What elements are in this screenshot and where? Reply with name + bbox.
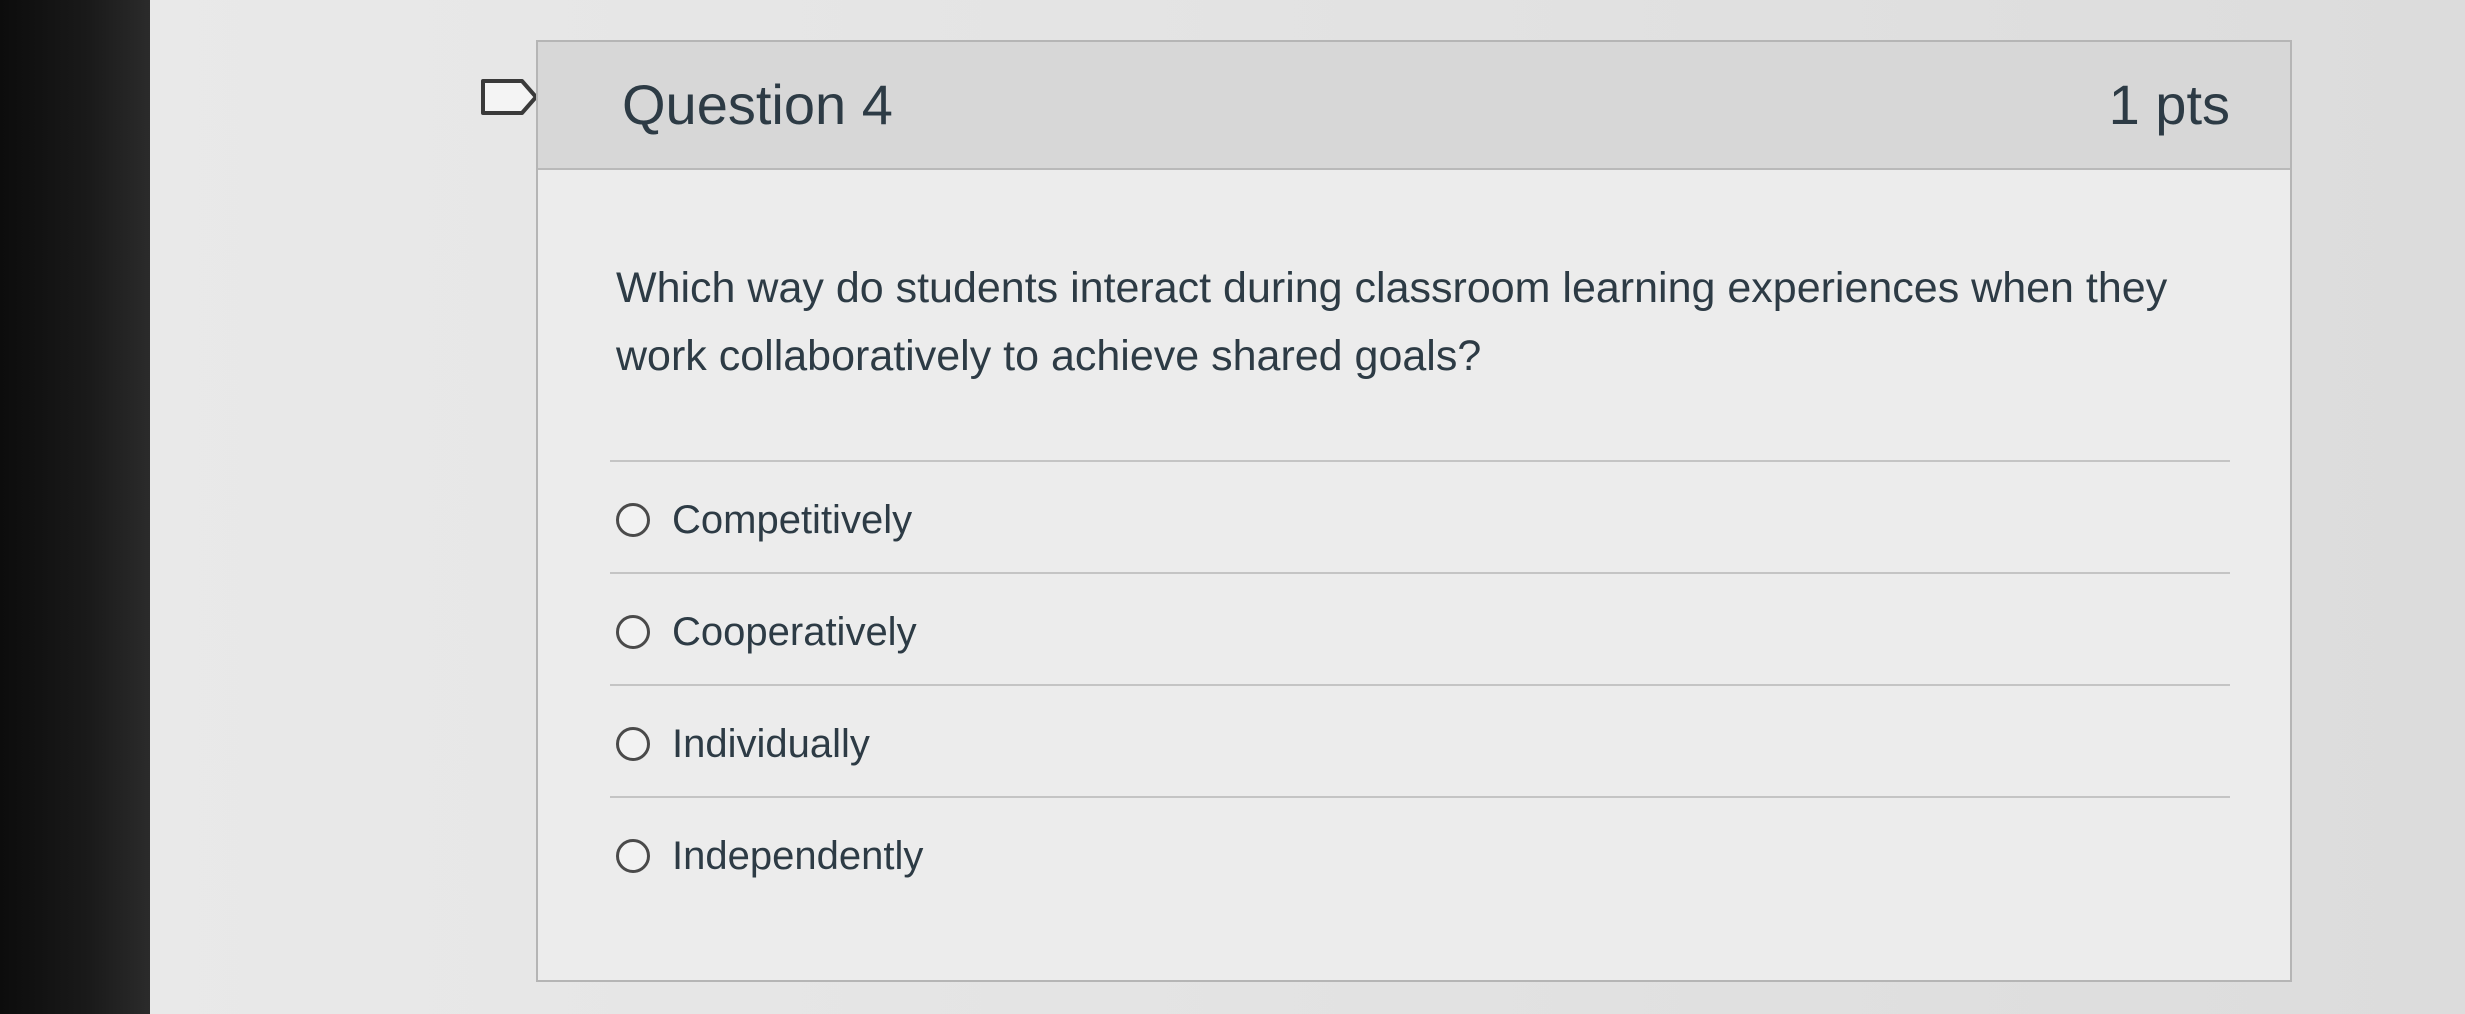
device-bezel <box>0 0 150 1014</box>
question-card: Question 4 1 pts Which way do students i… <box>536 40 2292 982</box>
answer-divider <box>610 796 2230 798</box>
question-title: Question 4 <box>622 73 893 136</box>
radio-button-icon[interactable] <box>616 839 650 873</box>
answer-divider <box>610 684 2230 686</box>
answer-option-individually[interactable]: Individually <box>616 714 870 774</box>
answer-label[interactable]: Individually <box>672 722 870 767</box>
question-text: Which way do students interact during cl… <box>616 264 2168 380</box>
answer-option-cooperatively[interactable]: Cooperatively <box>616 602 917 662</box>
answer-label[interactable]: Independently <box>672 834 923 879</box>
question-header: Question 4 1 pts <box>538 42 2290 170</box>
answer-divider <box>610 572 2230 574</box>
flag-question-icon[interactable] <box>480 78 540 116</box>
radio-button-icon[interactable] <box>616 503 650 537</box>
screen: Question 4 1 pts Which way do students i… <box>150 0 2465 1014</box>
answer-divider <box>610 460 2230 462</box>
radio-button-icon[interactable] <box>616 615 650 649</box>
answer-label[interactable]: Competitively <box>672 498 912 543</box>
answer-option-independently[interactable]: Independently <box>616 826 923 886</box>
radio-button-icon[interactable] <box>616 727 650 761</box>
answer-label[interactable]: Cooperatively <box>672 610 917 655</box>
question-points: 1 pts <box>2108 73 2230 136</box>
answer-option-competitively[interactable]: Competitively <box>616 490 912 550</box>
